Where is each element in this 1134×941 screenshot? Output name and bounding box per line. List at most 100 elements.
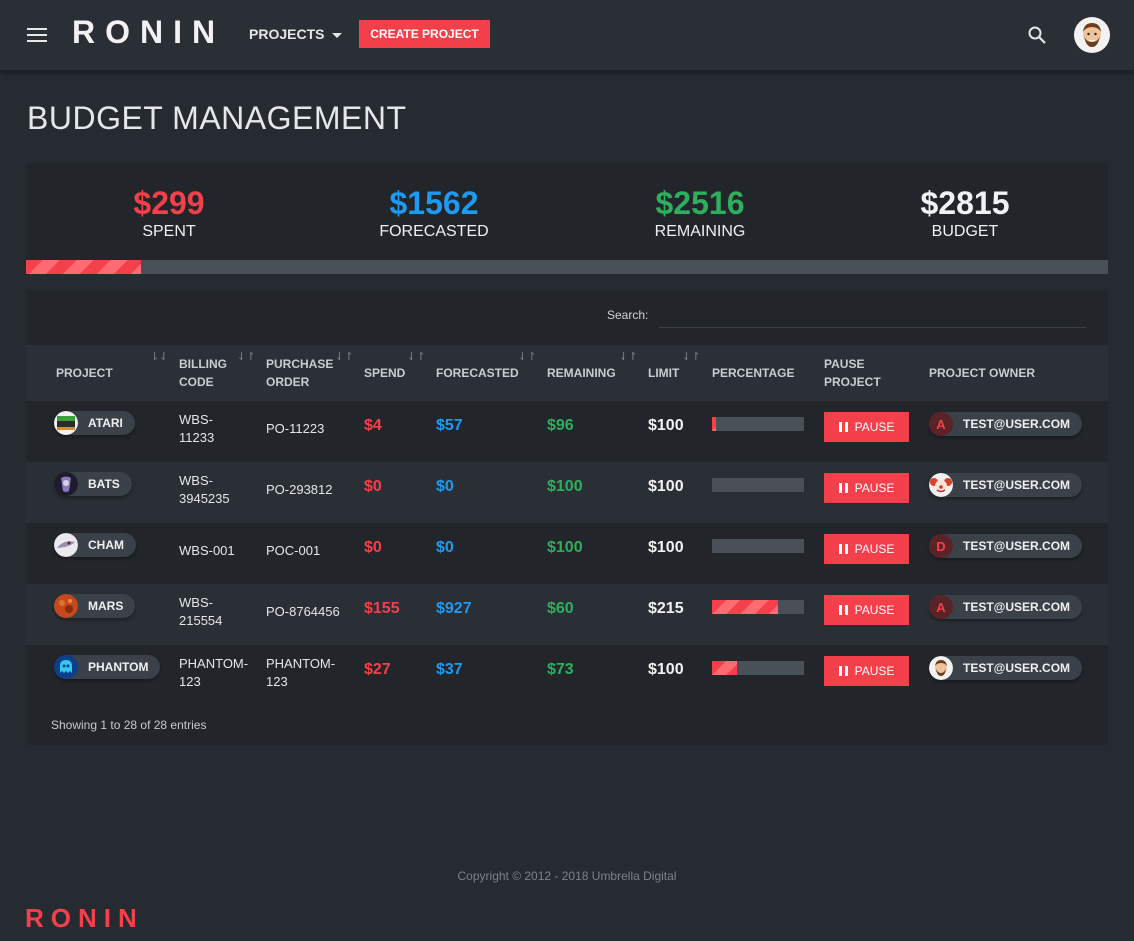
phantom-project-icon [54,655,78,679]
showing-entries: Showing 1 to 28 of 28 entries [51,718,207,732]
copyright: Copyright © 2012 - 2018 Umbrella Digital [457,869,677,883]
remaining-label: REMAINING [654,223,746,240]
percentage-fill [712,417,716,431]
purchase-order: PO-11223 [266,420,324,438]
pause-button[interactable]: PAUSE [824,656,909,686]
owner-email: TEST@USER.COM [963,478,1071,492]
purchase-order-line-1: PO-293812 [266,482,333,497]
header-limit[interactable]: LIMIT [648,364,679,382]
header-purchase-order[interactable]: PURCHASE ORDER [266,355,333,391]
spent-stat: $299 SPENT [34,185,304,242]
pause-button[interactable]: PAUSE [824,534,909,564]
menu-icon[interactable] [27,28,47,42]
top-bar: RONIN PROJECTS CREATE PROJECT [0,0,1134,70]
project-name: PHANTOM [88,660,149,674]
forecasted-label: FORECASTED [379,223,489,240]
spend-value: $27 [364,661,391,678]
owner-chip[interactable]: D TEST@USER.COM [929,534,1083,558]
search-input[interactable] [659,304,1086,328]
project-chip[interactable]: BATS [54,472,132,496]
projects-dropdown[interactable]: PROJECTS [249,26,343,42]
owner-email: TEST@USER.COM [963,539,1071,553]
user-avatar[interactable] [1074,17,1110,53]
owner-avatar [929,473,953,497]
billing-code-line-2: 123 [179,674,201,689]
table-row: ATARI WBS- 11233 PO-11223 $4 $57 $96 $100 PAUSE A… [26,401,1108,462]
header-forecasted-label: FORECASTED [436,366,519,380]
sort-icon[interactable]: ⇃↾ [518,350,536,363]
atari-project-icon [54,411,78,435]
percentage-bar [712,478,804,492]
ronin-logo[interactable]: RONIN [72,14,225,51]
project-name: BATS [88,477,120,491]
billing-code-line-1: PHANTOM- [179,656,249,671]
pause-button[interactable]: PAUSE [824,595,909,625]
budget-progress-bar [26,260,1108,274]
sort-icon[interactable]: ⇃↾ [237,350,255,363]
owner-avatar: A [929,595,953,619]
limit-value: $100 [648,478,684,495]
limit-value: $100 [648,417,684,434]
owner-chip[interactable]: A TEST@USER.COM [929,595,1083,619]
project-chip[interactable]: PHANTOM [54,655,161,679]
cham-project-icon [54,533,78,557]
owner-chip[interactable]: TEST@USER.COM [929,473,1083,497]
pause-icon [838,605,848,615]
pause-icon [838,666,848,676]
owner-email: TEST@USER.COM [963,417,1071,431]
search-icon[interactable] [1027,25,1047,45]
table-row: CHAM WBS-001 POC-001 $0 $0 $100 $100 PAUSE D TEST… [26,523,1108,584]
billing-code: WBS- 3945235 [179,472,230,508]
pause-icon [838,544,848,554]
percentage-bar [712,417,804,431]
owner-chip[interactable]: A TEST@USER.COM [929,412,1083,436]
spent-label: SPENT [142,223,196,240]
search-label: Search: [607,308,649,322]
header-spend[interactable]: SPEND [364,364,405,382]
header-forecasted[interactable]: FORECASTED [436,364,519,382]
caret-down-icon [332,32,343,38]
purchase-order-line-1: PO-8764456 [266,604,340,619]
project-name: ATARI [88,416,123,430]
project-chip[interactable]: CHAM [54,533,136,557]
remaining-value: $73 [547,661,574,678]
sort-icon[interactable]: ⇃↾ [619,350,637,363]
bats-project-icon [54,472,78,496]
header-billing-code[interactable]: BILLING CODE [179,355,227,391]
project-chip[interactable]: ATARI [54,411,135,435]
header-remaining-label: REMAINING [547,366,616,380]
pause-button[interactable]: PAUSE [824,473,909,503]
spend-value: $4 [364,417,382,434]
project-chip[interactable]: MARS [54,594,136,618]
pause-label: PAUSE [854,420,895,434]
pause-label: PAUSE [854,603,895,617]
owner-email: TEST@USER.COM [963,661,1071,675]
header-pause-label-2: PROJECT [824,375,881,389]
percentage-fill [712,600,779,614]
pause-button[interactable]: PAUSE [824,412,909,442]
spent-value: $299 [133,185,205,221]
billing-code-line-1: WBS- [179,412,213,427]
sort-icon[interactable]: ⇃↾ [407,350,425,363]
page-title: BUDGET MANAGEMENT [27,100,407,136]
purchase-order: PHANTOM- 123 [266,655,335,691]
owner-chip[interactable]: TEST@USER.COM [929,656,1083,680]
sort-icon[interactable]: ⇃↾ [335,350,353,363]
sort-icon[interactable]: ⇃↾ [682,350,700,363]
billing-code-line-1: WBS- [179,595,213,610]
purchase-order: PO-8764456 [266,603,340,621]
table-row: MARS WBS- 215554 PO-8764456 $155 $927 $60 $215 P… [26,584,1108,645]
sort-icon[interactable]: ⇂⇃ [150,350,168,363]
forecasted-value: $37 [436,661,463,678]
budget-label: BUDGET [931,223,999,240]
forecasted-stat: $1562 FORECASTED [299,185,569,242]
billing-code: PHANTOM- 123 [179,655,248,691]
pause-icon [838,422,848,432]
header-pause-project: PAUSE PROJECT [824,355,881,391]
header-project[interactable]: PROJECT [56,364,113,382]
create-project-button[interactable]: CREATE PROJECT [359,20,490,48]
remaining-value: $96 [547,417,574,434]
budget-summary: $299 SPENT $1562 FORECASTED $2516 REMAIN… [26,163,1108,260]
header-remaining[interactable]: REMAINING [547,364,616,382]
pause-label: PAUSE [854,664,895,678]
